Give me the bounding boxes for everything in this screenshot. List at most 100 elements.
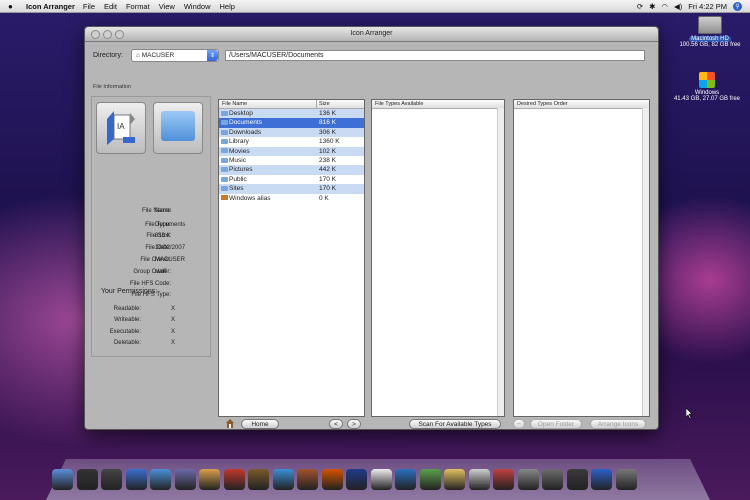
file-list[interactable]: File Name Size Desktop 136 K Documents 816 …: [218, 99, 365, 417]
file-size: 170 K: [319, 185, 336, 193]
folder-icon-preview: [153, 102, 203, 154]
scrollbar[interactable]: [642, 108, 649, 416]
permission-value: X: [171, 317, 176, 323]
hd-info: 100.56 GB, 82 GB free: [679, 42, 741, 48]
menu-window[interactable]: Window: [184, 2, 211, 11]
file-row[interactable]: Downloads 306 K: [219, 127, 364, 138]
desired-types-list[interactable]: Desired Types Order: [513, 99, 650, 417]
trash-icon[interactable]: [615, 469, 637, 490]
directory-label: Directory:: [93, 52, 123, 59]
window-icon[interactable]: [566, 469, 588, 490]
permission-label: Deletable:: [113, 340, 141, 346]
folder-icon[interactable]: [517, 469, 539, 490]
windows-info: 41.43 GB, 27.07 GB free: [673, 96, 741, 102]
apple-menu-icon[interactable]: ●: [8, 2, 18, 11]
info-value: staff: [155, 269, 167, 275]
file-name: Sites: [229, 185, 244, 193]
grid-icon[interactable]: [542, 469, 563, 490]
directory-popup[interactable]: ⌂ MACUSER ⇕: [131, 49, 219, 62]
arrange-icons-button[interactable]: Arrange Icons: [590, 419, 646, 429]
col-file-name[interactable]: File Name: [222, 101, 247, 107]
svg-text:IA: IA: [117, 122, 125, 131]
menu-format[interactable]: Format: [126, 2, 150, 11]
window-title: Icon Arranger: [350, 30, 393, 37]
folder-icon: [161, 111, 195, 141]
wifi-icon[interactable]: ◠: [661, 2, 668, 11]
permission-value: X: [171, 340, 176, 346]
menu-view[interactable]: View: [159, 2, 175, 11]
col-size[interactable]: Size: [319, 101, 330, 107]
prev-button[interactable]: <: [329, 419, 343, 429]
itunes-icon[interactable]: [272, 469, 294, 490]
menu-help[interactable]: Help: [220, 2, 235, 11]
document-icon[interactable]: [370, 469, 392, 490]
guitar-icon[interactable]: [297, 469, 318, 490]
safari-icon[interactable]: [125, 469, 147, 490]
clock[interactable]: Fri 4:22 PM: [688, 2, 727, 11]
folder-icon: [221, 176, 228, 182]
menu-file[interactable]: File: [83, 2, 95, 11]
home-button[interactable]: Home: [241, 419, 279, 429]
file-row[interactable]: Documents 816 K: [219, 118, 364, 128]
path-field[interactable]: /Users/MACUSER/Documents: [225, 50, 645, 61]
sync-icon[interactable]: ⟳: [637, 2, 643, 11]
file-size: 816 K: [319, 119, 336, 127]
photo-icon[interactable]: [248, 469, 269, 490]
file-row[interactable]: Music 238 K: [219, 156, 364, 165]
tree-icon[interactable]: [419, 469, 441, 490]
mail-icon[interactable]: [150, 469, 171, 490]
info-value: MACUSER: [155, 257, 186, 263]
file-size: 0 K: [319, 194, 329, 202]
next-button[interactable]: >: [347, 419, 361, 429]
file-row[interactable]: Library 1360 K: [219, 137, 364, 146]
file-info-heading: File Information: [93, 84, 131, 90]
bluetooth-icon[interactable]: ✱: [649, 2, 655, 11]
finder-icon[interactable]: [52, 469, 73, 490]
file-name: Library: [229, 138, 249, 146]
home-icon: [226, 419, 234, 428]
preview-icon[interactable]: [174, 469, 196, 490]
remove-button[interactable]: −: [513, 419, 525, 429]
scrollbar[interactable]: [497, 108, 504, 416]
photoshop-icon[interactable]: [321, 469, 343, 490]
volume-icon[interactable]: ◀): [674, 2, 682, 11]
file-row[interactable]: Movies 102 K: [219, 146, 364, 156]
folder-icon: [221, 129, 228, 135]
popup-arrows-icon: ⇕: [207, 50, 218, 61]
terminal-icon[interactable]: [76, 469, 98, 490]
pencil-icon[interactable]: [444, 469, 465, 490]
file-row[interactable]: Desktop 136 K: [219, 109, 364, 119]
folder-icon: [221, 148, 228, 154]
file-row[interactable]: Sites 170 K: [219, 184, 364, 194]
paper-icon[interactable]: [468, 469, 490, 490]
photoshop-ps-icon[interactable]: [346, 469, 367, 490]
desktop-icon-windows[interactable]: Windows 41.43 GB, 27.07 GB free: [672, 72, 742, 102]
open-folder-button[interactable]: Open Folder: [530, 419, 582, 429]
menu-app-name[interactable]: Icon Arranger: [26, 2, 75, 11]
permission-label: Executable:: [109, 329, 141, 335]
flower-icon[interactable]: [493, 469, 514, 490]
alias-icon: [221, 195, 228, 201]
permission-value: X: [171, 306, 176, 312]
file-name: Desktop: [229, 110, 253, 117]
network-icon[interactable]: [395, 469, 416, 490]
file-row[interactable]: Windows alias 0 K: [219, 194, 364, 203]
title-bar[interactable]: Icon Arranger: [85, 27, 658, 42]
info-value: 816 K: [155, 233, 171, 239]
file-types-list[interactable]: File Types Available: [371, 99, 505, 417]
document-icon-preview: IA: [96, 102, 146, 154]
spotlight-icon[interactable]: ⚲: [733, 1, 742, 11]
file-name: Public: [229, 175, 247, 183]
scan-button[interactable]: Scan For Available Types: [409, 419, 501, 429]
windows-drive-icon: [699, 72, 715, 88]
dashboard-icon[interactable]: [101, 469, 122, 490]
menu-edit[interactable]: Edit: [104, 2, 117, 11]
info-value: 10/02/2007: [155, 245, 186, 251]
file-row[interactable]: Public 170 K: [219, 175, 364, 184]
calendar-icon[interactable]: [223, 469, 245, 490]
power-icon[interactable]: [591, 469, 612, 490]
file-row[interactable]: Pictures 442 K: [219, 165, 364, 175]
permission-label: Writeable:: [114, 317, 141, 323]
desktop-icon-macintosh-hd[interactable]: Macintosh HD 100.56 GB, 82 GB free: [675, 16, 745, 48]
textedit-icon[interactable]: [199, 469, 220, 490]
